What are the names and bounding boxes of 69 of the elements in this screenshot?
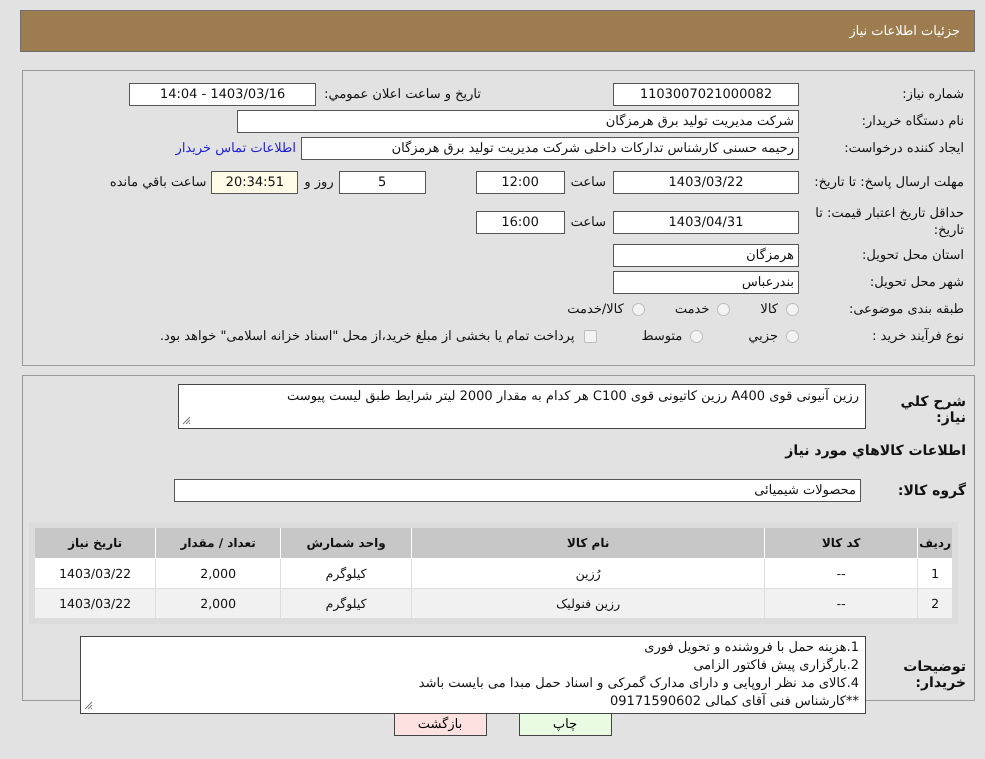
buyer-contact-link[interactable]: اطلاعات تماس خریدار (176, 141, 296, 156)
column-header: کد کالا (764, 525, 918, 558)
goods-group-field: محصولات شیمیائی (174, 479, 861, 502)
field-label: مهلت ارسال پاسخ: تا تاریخ: (813, 174, 964, 190)
column-header: ردیف (918, 525, 955, 558)
radio-label: جزيي (748, 329, 778, 344)
table-cell: 1 (918, 558, 955, 588)
table-cell: 2 (918, 588, 955, 621)
validity-date-field: 1403/04/31 (613, 210, 799, 234)
field-label: ساعت (570, 174, 606, 190)
radio-label: متوسط (641, 329, 682, 344)
countdown-field: 20:34:51 (211, 170, 298, 194)
resize-grip-icon[interactable] (84, 701, 93, 710)
table-cell: رزین فنولیک (412, 588, 765, 621)
radio-label: خدمت (674, 302, 710, 317)
requester-field: رحیمه حسنی کارشناس تدارکات داخلی شرکت مدیریت تولید برق هرمزگان (301, 137, 799, 160)
radio-button[interactable] (632, 303, 645, 316)
buyer-field: شرکت مدیریت تولید برق هرمزگان (237, 110, 799, 133)
print-button[interactable]: چاپ (518, 713, 612, 736)
validity-time-field: 16:00 (476, 210, 565, 234)
field-label: نوع فرآیند خرید : (871, 328, 964, 345)
back-button[interactable]: بازگشت (394, 713, 486, 736)
field-label: ایجاد کننده درخواست: (843, 140, 964, 157)
description-field[interactable]: رزین آنیونی قوی A400 رزین کاتیونی قوی C100 هر کدام به مقدار 2000 لیتر شرایط طبق لیست پیوست (178, 384, 866, 429)
resize-grip-icon[interactable] (182, 416, 191, 425)
deadline-date-field: 1403/03/22 (613, 170, 799, 194)
table-cell: 2,000 (156, 588, 281, 621)
need-number-field: 1103007021000082 (613, 83, 799, 106)
field-label: طبقه بندی موضوعی: (848, 301, 964, 318)
column-header: تعداد / مقدار (156, 525, 281, 558)
radio-label: کالا (760, 302, 778, 317)
field-label: نام دستگاه خریدار: (860, 113, 964, 130)
table-cell: -- (764, 588, 918, 621)
field-label: تاریخ و ساعت اعلان عمومي: (324, 87, 481, 102)
field-label: شهر محل تحویل: (868, 274, 964, 291)
field-label: ساعت (570, 214, 606, 230)
field-label: گروه کالا: (896, 482, 966, 498)
table-cell: 1403/03/22 (32, 558, 156, 588)
table-cell: 2,000 (156, 558, 281, 588)
table-cell: رُزین (412, 558, 765, 588)
buyer-notes-field[interactable]: 1.هزینه حمل با فروشنده و تحویل فوری 2.بارگزاری پیش فاکتور الزامی 4.کالای مد نظر اروپایی و دارای مدارک گمرکی و اسناد حمل مبدا می بایست باشد **کارشناس فنی آقای کمالی 09171590602 (80, 636, 866, 714)
radio-button[interactable] (786, 330, 799, 343)
radio-button[interactable] (786, 303, 799, 316)
table-cell: 1403/03/22 (32, 588, 156, 621)
deadline-time-field: 12:00 (476, 170, 565, 194)
table-cell: کیلوگرم (280, 588, 412, 621)
column-header: نام کالا (412, 525, 765, 558)
radio-button[interactable] (690, 330, 704, 343)
field-label: استان محل تحویل: (861, 247, 964, 264)
field-label: روز و (304, 174, 334, 190)
city-field: بندرعباس (613, 271, 799, 294)
radio-button[interactable] (717, 303, 730, 316)
field-label: شرح کلي نياز: (900, 394, 966, 426)
field-label: حداقل تاریخ اعتبار قیمت: تا تاریخ: (814, 205, 964, 239)
checkbox[interactable] (584, 330, 598, 343)
table-cell: کیلوگرم (280, 558, 412, 588)
announce-date-field: 1403/03/16 - 14:04 (129, 83, 316, 106)
field-label: توضیحات خریدار: (902, 659, 966, 691)
section-heading: اطلاعات کالاهاي مورد نياز (784, 443, 966, 459)
column-header: تاریخ نیاز (32, 525, 156, 558)
column-header: واحد شمارش (280, 525, 412, 558)
page-title: جزئیات اطلاعات نیاز (849, 24, 960, 38)
radio-label: کالا/خدمت (567, 302, 624, 317)
field-label: ساعت باقي مانده (110, 174, 206, 190)
province-field: هرمزگان (613, 244, 799, 267)
treasury-payment-text: پرداخت تمام یا بخشی از مبلغ خرید،از محل "اسناد خزانه اسلامی" خواهد بود. (160, 329, 574, 344)
table-cell: -- (764, 558, 918, 588)
field-label: شماره نیاز: (901, 86, 964, 103)
days-field: 5 (338, 170, 426, 194)
